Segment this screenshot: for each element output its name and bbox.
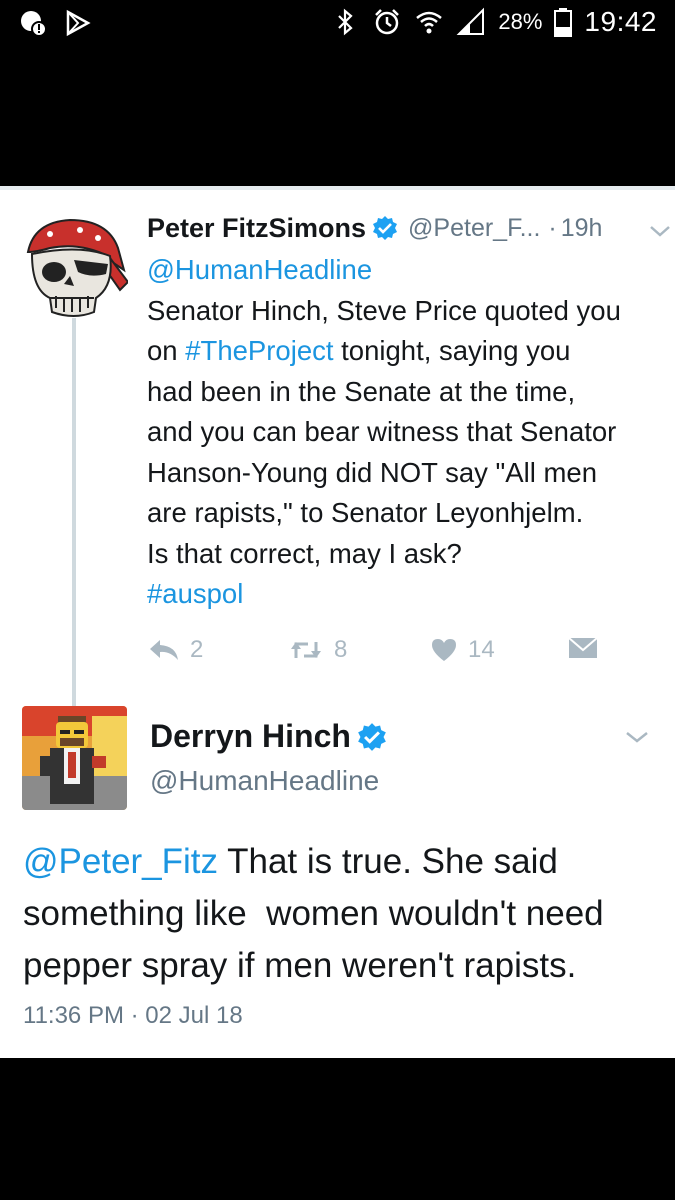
like-button[interactable]: 14 <box>430 636 495 664</box>
author-handle[interactable]: @Peter_F... <box>408 214 540 243</box>
retweet-icon <box>291 642 321 658</box>
separator-dot: · <box>548 213 557 242</box>
tweet-time[interactable]: 19h <box>561 214 603 243</box>
tweet-text-line: on #TheProject tonight, saying you <box>147 331 662 372</box>
tweet-text-line: pepper spray if men weren't rapists. <box>23 946 577 985</box>
tweet-body: @HumanHeadline Senator Hinch, Steve Pric… <box>147 250 662 615</box>
verified-badge-icon <box>373 216 398 240</box>
tweet-text-line: Is that correct, may I ask? <box>147 537 462 569</box>
author-handle[interactable]: @HumanHeadline <box>150 765 379 797</box>
bluetooth-icon <box>338 8 354 36</box>
text-fragment: on <box>147 335 186 366</box>
tweet2-body: @Peter_Fitz That is true. She said somet… <box>23 836 663 992</box>
envelope-icon <box>568 637 598 658</box>
retweet-count: 8 <box>334 636 348 663</box>
alarm-icon <box>375 9 400 35</box>
author-name[interactable]: Peter FitzSimons <box>147 213 366 244</box>
chevron-down-icon[interactable] <box>648 222 672 240</box>
tweet-text-line: are rapists," to Senator Leyonhjelm. <box>147 497 584 528</box>
verified-badge-icon <box>358 722 386 751</box>
tweet-text-line: Hanson-Young did NOT say "All men <box>147 456 598 488</box>
play-store-icon <box>66 9 91 37</box>
battery-percentage: 28% <box>498 9 543 34</box>
tweet-text-line: something like women wouldn't need <box>23 894 604 933</box>
thread-connector-line <box>72 318 76 706</box>
tweet-peter-fitzsimons[interactable]: Peter FitzSimons @Peter_F... · 19h @Huma… <box>147 206 662 615</box>
hashtag-link[interactable]: #auspol <box>147 578 243 609</box>
author-name[interactable]: Derryn Hinch <box>150 718 351 755</box>
tweet-text-line: Senator Hinch, Steve Price quoted you <box>147 294 621 326</box>
like-count: 14 <box>468 636 495 663</box>
reply-count: 2 <box>190 636 204 663</box>
signal-icon <box>456 7 485 35</box>
heart-icon <box>432 639 456 661</box>
avatar-peter-fitzsimons[interactable] <box>20 212 128 322</box>
reply-button[interactable]: 2 <box>148 636 203 664</box>
text-fragment: tonight, saying you <box>333 335 571 366</box>
chevron-down-icon[interactable] <box>624 728 650 746</box>
tweet-timestamp[interactable]: 11:36 PM · 02 Jul 18 <box>23 1002 243 1030</box>
wifi-icon <box>416 11 443 34</box>
clock: 19:42 <box>584 6 657 37</box>
tweet2-header: Derryn Hinch <box>150 718 387 755</box>
reply-icon <box>150 640 178 660</box>
tweet-actions: 2 8 14 <box>148 636 608 666</box>
mention-link[interactable]: @HumanHeadline <box>147 254 372 285</box>
status-bar: 28% 19:42 <box>0 0 675 48</box>
tweet-text-line: and you can bear witness that Senator <box>147 416 617 447</box>
direct-message-button[interactable] <box>568 636 598 660</box>
text-fragment: That is true. She said <box>218 842 558 881</box>
retweet-button[interactable]: 8 <box>288 636 347 664</box>
mention-link[interactable]: @Peter_Fitz <box>23 842 218 881</box>
tweet-text-line: @Peter_Fitz That is true. She said <box>23 836 663 888</box>
battery-icon <box>554 8 573 37</box>
divider <box>0 186 675 190</box>
tweet-header: Peter FitzSimons @Peter_F... · 19h <box>147 206 662 250</box>
location-alert-icon <box>21 11 47 37</box>
tweet-text-line: had been in the Senate at the time, <box>147 375 576 407</box>
avatar-derryn-hinch[interactable] <box>22 706 127 810</box>
hashtag-link[interactable]: #TheProject <box>185 335 333 366</box>
